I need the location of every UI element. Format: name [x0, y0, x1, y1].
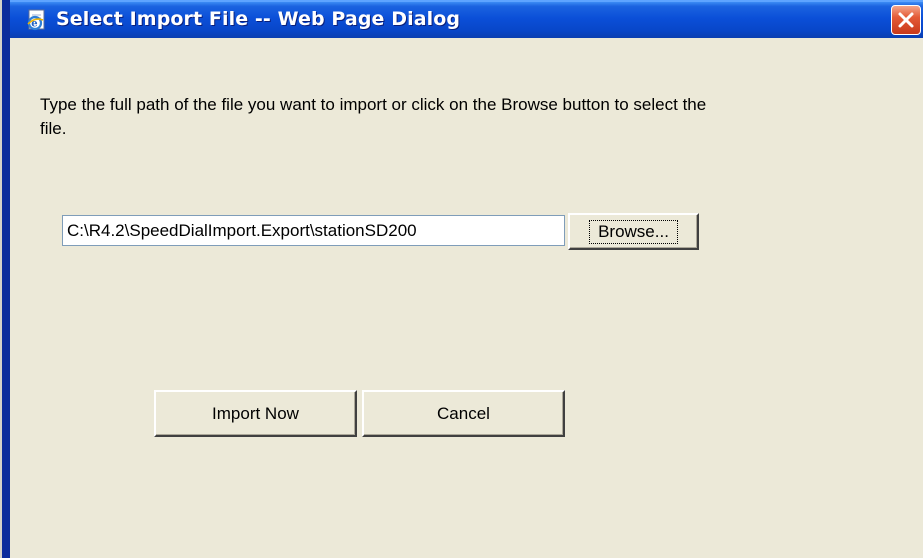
file-path-input[interactable] — [62, 215, 565, 246]
ie-page-icon: e — [26, 9, 48, 31]
import-now-label: Import Now — [212, 403, 299, 423]
window-title: Select Import File -- Web Page Dialog — [56, 8, 461, 30]
close-button[interactable] — [891, 5, 921, 35]
instructions-text: Type the full path of the file you want … — [40, 95, 707, 138]
window-left-edge — [0, 0, 10, 558]
browse-button-label: Browse... — [589, 219, 678, 244]
title-bar[interactable]: e Select Import File -- Web Page Dialog — [10, 0, 923, 38]
dialog-content: Type the full path of the file you want … — [10, 38, 923, 558]
cancel-label: Cancel — [437, 403, 490, 423]
cancel-button[interactable]: Cancel — [362, 390, 565, 437]
browse-button[interactable]: Browse... — [568, 213, 699, 250]
close-icon — [898, 12, 914, 28]
import-now-button[interactable]: Import Now — [154, 390, 357, 437]
